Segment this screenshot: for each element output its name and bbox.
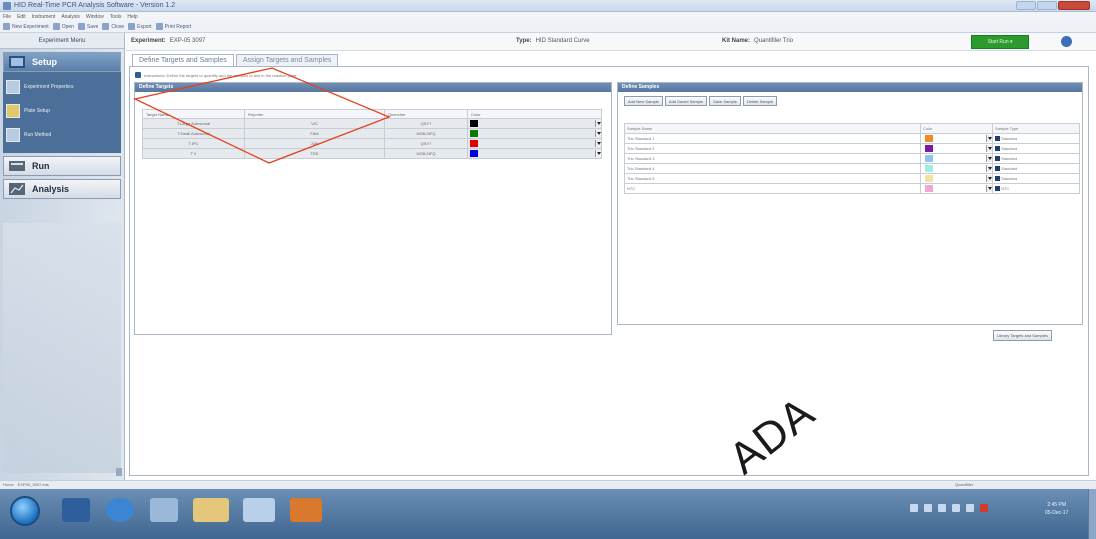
setup-subpanel: Experiment Properties Plate Setup Run Me…	[3, 72, 121, 153]
status-bar: Home EXP05_3097.eds Quantifiler	[0, 480, 1096, 489]
nav-setup[interactable]: Setup	[3, 52, 121, 72]
document-tab[interactable]: EXP05_3097.eds	[18, 482, 49, 487]
minimize-button[interactable]	[1016, 1, 1036, 10]
experiment-menu-sidebar: Experiment Menu Setup Experiment Propert…	[0, 33, 125, 480]
app-icon	[3, 2, 11, 10]
toolbar-label: New Experiment	[12, 23, 49, 30]
highlight-diamond-annotation	[133, 67, 391, 164]
tray-arrow-icon[interactable]	[910, 504, 918, 512]
taskbar-folder-icon[interactable]	[193, 498, 229, 522]
method-icon	[6, 128, 20, 142]
window-controls	[1015, 1, 1090, 10]
taskbar-explorer-icon[interactable]	[62, 498, 90, 522]
taskbar: 2:45 PM 05-Dec-17	[0, 489, 1096, 539]
toolbar-label: Close	[111, 23, 125, 30]
tray-alert-icon[interactable]	[980, 504, 988, 512]
menu-help[interactable]: Help	[127, 14, 137, 20]
menu-window[interactable]: Window	[86, 14, 104, 20]
nav-run-label: Run	[32, 161, 50, 171]
status-right: Quantifiler	[955, 482, 974, 487]
plate-icon	[6, 104, 20, 118]
experiment-menu-header: Experiment Menu	[0, 33, 124, 49]
nav-run[interactable]: Run	[3, 156, 121, 176]
menu-analysis[interactable]: Analysis	[61, 14, 80, 20]
show-desktop-button[interactable]	[1088, 489, 1096, 539]
start-button[interactable]	[10, 496, 40, 526]
nav-setup-label: Setup	[32, 57, 58, 67]
taskbar-ie-icon[interactable]	[106, 498, 134, 522]
export-button[interactable]: Export	[128, 23, 152, 30]
nav-analysis-label: Analysis	[32, 184, 70, 194]
menu-file[interactable]: File	[3, 14, 11, 20]
new-experiment-button[interactable]: New Experiment	[3, 23, 49, 30]
sidebar-item-experiment-properties[interactable]: Experiment Properties	[3, 75, 121, 99]
run-icon	[9, 161, 25, 171]
sidebar-item-run-method[interactable]: Run Method	[3, 123, 121, 147]
annotation-overlay	[133, 67, 391, 164]
close-doc-icon	[102, 23, 110, 30]
print-report-button[interactable]: Print Report	[155, 23, 192, 30]
menu-bar: File Edit Instrument Analysis Window Too…	[0, 12, 1096, 21]
toolbar-label: Save	[86, 23, 99, 30]
tray-flag-icon[interactable]	[952, 504, 960, 512]
sidebar-item-label: Run Method	[24, 132, 52, 138]
sidebar-scroll-handle[interactable]	[116, 468, 122, 476]
home-tab[interactable]: Home	[3, 482, 14, 487]
toolbar-label: Export	[137, 23, 152, 30]
sidebar-item-label: Plate Setup	[24, 108, 50, 114]
tray-monitor-icon[interactable]	[938, 504, 946, 512]
save-icon	[77, 23, 85, 30]
export-icon	[128, 23, 136, 30]
analysis-icon	[9, 183, 25, 195]
taskbar-file-manager-icon[interactable]	[150, 498, 178, 522]
save-button[interactable]: Save	[77, 23, 99, 30]
sidebar-item-plate-setup[interactable]: Plate Setup	[3, 99, 121, 123]
maximize-button[interactable]	[1037, 1, 1057, 10]
print-icon	[155, 23, 163, 30]
taskbar-pcr-software-icon[interactable]	[290, 498, 322, 522]
open-icon	[52, 23, 60, 30]
toolbar-label: Open	[61, 23, 74, 30]
tray-volume-icon[interactable]	[966, 504, 974, 512]
clock-time: 2:45 PM	[1047, 502, 1066, 508]
clock[interactable]: 2:45 PM 05-Dec-17	[1045, 501, 1068, 517]
menu-edit[interactable]: Edit	[17, 14, 26, 20]
sidebar-item-label: Experiment Properties	[24, 84, 74, 90]
menu-instrument[interactable]: Instrument	[32, 14, 56, 20]
clock-date: 05-Dec-17	[1045, 510, 1069, 516]
toolbar: New Experiment Open Save Close Export Pr…	[0, 21, 1096, 33]
nav-analysis[interactable]: Analysis	[3, 179, 121, 199]
properties-icon	[6, 80, 20, 94]
sidebar-background	[3, 223, 121, 473]
new-icon	[3, 23, 10, 30]
close-button[interactable]	[1058, 1, 1090, 10]
window-title: HID Real-Time PCR Analysis Software - Ve…	[14, 2, 176, 9]
open-button[interactable]: Open	[52, 23, 74, 30]
main-area: Experiment: EXP-05 3097 Type: HID Standard…	[126, 33, 1096, 480]
taskbar-app-icon[interactable]	[243, 498, 275, 522]
title-bar: HID Real-Time PCR Analysis Software - Ve…	[0, 0, 1096, 12]
menu-tools[interactable]: Tools	[110, 14, 122, 20]
system-tray	[910, 504, 988, 512]
toolbar-label: Print Report	[164, 23, 192, 30]
setup-icon	[9, 56, 25, 68]
status-left: Home EXP05_3097.eds	[3, 482, 49, 487]
tray-network-icon[interactable]	[924, 504, 932, 512]
close-doc-button[interactable]: Close	[102, 23, 124, 30]
